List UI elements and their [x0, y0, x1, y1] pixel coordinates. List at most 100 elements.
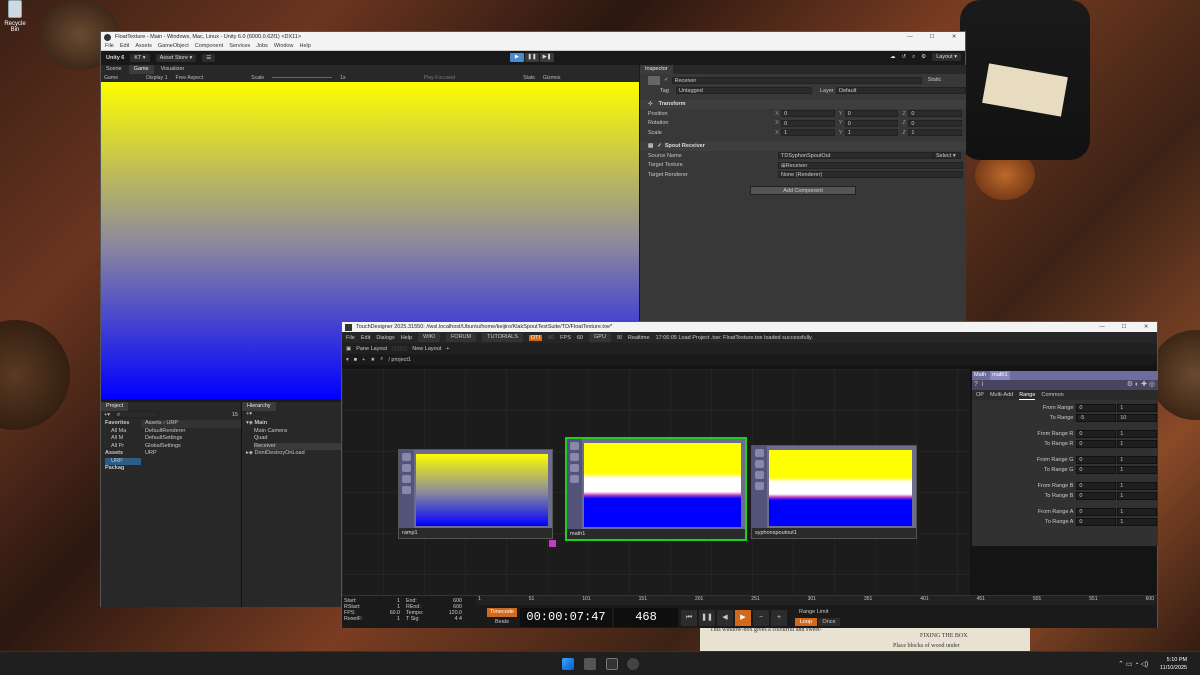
transform-x-field[interactable]: 0	[781, 110, 835, 118]
rewind-button[interactable]: ⏮	[681, 610, 697, 626]
clock-time[interactable]: 5:10 PM	[1160, 656, 1187, 664]
asset-tree-item[interactable]: URP	[105, 457, 141, 465]
param-value-a[interactable]: 0	[1076, 482, 1117, 490]
dont-destroy-item[interactable]: DontDestroyOnLoad	[255, 450, 305, 456]
favorites-item[interactable]: Favorites	[105, 420, 141, 428]
asset-file[interactable]: GlobalSettings	[145, 443, 241, 451]
param-value-b[interactable]: 1	[1117, 508, 1157, 516]
project-search-input[interactable]: ⌕	[113, 411, 159, 418]
add-op-icon[interactable]: +	[362, 357, 365, 363]
menu-edit[interactable]: Edit	[120, 42, 129, 50]
favorites-item[interactable]: All M	[105, 435, 141, 443]
td-maximize-button[interactable]: ☐	[1113, 322, 1135, 332]
td-close-button[interactable]: ✕	[1135, 322, 1157, 332]
help-icon[interactable]: ?	[974, 380, 978, 390]
step-forward-button[interactable]: +	[771, 610, 787, 626]
loop-button[interactable]: Loop	[795, 618, 817, 626]
param-tab[interactable]: OP	[976, 390, 984, 400]
td-menu-help[interactable]: Help	[401, 335, 412, 341]
param-tab[interactable]: Common	[1041, 390, 1063, 400]
op-name[interactable]: math1	[990, 371, 1010, 380]
td-menu-edit[interactable]: Edit	[361, 335, 370, 341]
spout-row-field[interactable]: None (Renderer)	[778, 171, 963, 179]
gpu-button[interactable]: GPU	[589, 333, 611, 342]
start-icon[interactable]	[562, 658, 574, 670]
cloud-icon[interactable]: ☰	[202, 54, 216, 62]
tab-scene[interactable]: Scene	[101, 65, 127, 74]
transform-z-field[interactable]: 1	[908, 129, 962, 137]
aspect-dropdown[interactable]: Free Aspect	[175, 74, 203, 82]
object-name-field[interactable]: Receiver	[671, 76, 922, 84]
step-button[interactable]: ▶❚	[540, 53, 554, 62]
terminal-icon[interactable]	[606, 658, 618, 670]
opt-badge[interactable]: OTI	[528, 334, 543, 341]
beats-button[interactable]: Beats	[487, 618, 517, 627]
pane-icon[interactable]: ▣	[346, 346, 351, 352]
param-toolbar-icons[interactable]: ⚙ ◐ ✚ ◎	[1127, 380, 1158, 390]
param-value-b[interactable]: 1	[1117, 518, 1157, 526]
frame-display[interactable]: 468	[614, 608, 678, 627]
param-value-b[interactable]: 1	[1117, 430, 1157, 438]
pause-button[interactable]: ❚❚	[699, 610, 715, 626]
param-value-b[interactable]: 1	[1117, 482, 1157, 490]
node-ramp1[interactable]: ramp1	[398, 449, 553, 539]
minimize-button[interactable]: —	[899, 32, 921, 42]
play-button[interactable]: ▶	[510, 53, 524, 62]
param-value-a[interactable]: 0	[1076, 508, 1117, 516]
realtime-checkbox[interactable]: ☒	[617, 335, 622, 341]
step-back-button[interactable]: −	[753, 610, 769, 626]
tab-game[interactable]: Game	[128, 65, 154, 74]
breadcrumb-urp[interactable]: URP	[166, 420, 178, 426]
play-focused-dropdown[interactable]: Play Focused	[424, 74, 455, 82]
settings-icon[interactable]: ⚙	[921, 54, 926, 60]
asset-tree-item[interactable]: Packag	[105, 465, 141, 473]
history-icon[interactable]: ↺	[902, 54, 907, 60]
asset-file[interactable]: URP	[145, 450, 241, 458]
menu-help[interactable]: Help	[299, 42, 310, 50]
add-gameobject-button[interactable]: +▾	[246, 411, 252, 417]
hierarchy-item[interactable]: Quad	[254, 435, 341, 443]
transform-y-field[interactable]: 0	[844, 119, 899, 127]
tab-inspector[interactable]: Inspector	[640, 65, 673, 74]
menu-gameobject[interactable]: GameObject	[158, 42, 189, 50]
node-syphonspoutout1[interactable]: syphonspoutout1	[751, 445, 917, 539]
param-tab[interactable]: Multi-Add	[990, 390, 1013, 400]
param-value-b[interactable]: 10	[1117, 414, 1157, 422]
asset-store-button[interactable]: Asset Store ▾	[155, 54, 197, 62]
display-dropdown[interactable]: Display 1	[146, 74, 167, 82]
select-button[interactable]: Select ▾	[933, 152, 961, 160]
param-value-a[interactable]: -5	[1076, 414, 1117, 422]
forum-link[interactable]: FORUM	[445, 333, 477, 342]
param-value-b[interactable]: 1	[1117, 440, 1157, 448]
param-tab[interactable]: Range	[1019, 390, 1036, 400]
param-value-b[interactable]: 1	[1117, 492, 1157, 500]
star-icon[interactable]: ★	[370, 357, 375, 363]
stats-button[interactable]: Stats	[523, 74, 535, 82]
reverse-button[interactable]: ◀	[717, 610, 733, 626]
timeline-field[interactable]: ResetF: 1	[344, 616, 404, 622]
cloud-sync-icon[interactable]: ☁	[890, 54, 896, 60]
td-minimize-button[interactable]: —	[1091, 322, 1113, 332]
network-path[interactable]: / project1	[388, 357, 411, 363]
menu-file[interactable]: File	[105, 42, 114, 50]
pause-button[interactable]: ❚❚	[525, 53, 539, 62]
spout-enabled-checkbox[interactable]: ✓	[657, 143, 662, 149]
once-button[interactable]: Once	[818, 618, 840, 626]
hierarchy-item[interactable]: Receiver	[254, 442, 341, 450]
add-component-button[interactable]: Add Component	[750, 185, 856, 195]
pane-menu-icon[interactable]: ▾	[346, 357, 349, 363]
spout-row-field[interactable]: ⊞Receiver	[778, 161, 963, 169]
asset-tree-item[interactable]: Assets	[105, 450, 141, 458]
tab-visualizer[interactable]: Visualizer	[156, 65, 190, 74]
play-forward-button[interactable]: ▶	[735, 610, 751, 626]
menu-window[interactable]: Window	[274, 42, 294, 50]
maximize-button[interactable]: ☐	[921, 32, 943, 42]
active-checkbox[interactable]: ✓	[664, 77, 669, 83]
touchdesigner-taskbar-icon[interactable]	[584, 658, 596, 670]
scale-slider[interactable]	[272, 74, 333, 78]
tutorials-link[interactable]: TUTORIALS	[482, 333, 523, 342]
account-button[interactable]: KT ▾	[130, 54, 150, 62]
gizmos-button[interactable]: Gizmos	[543, 74, 561, 82]
scene-name[interactable]: Main	[255, 420, 268, 426]
param-value-b[interactable]: 1	[1117, 456, 1157, 464]
